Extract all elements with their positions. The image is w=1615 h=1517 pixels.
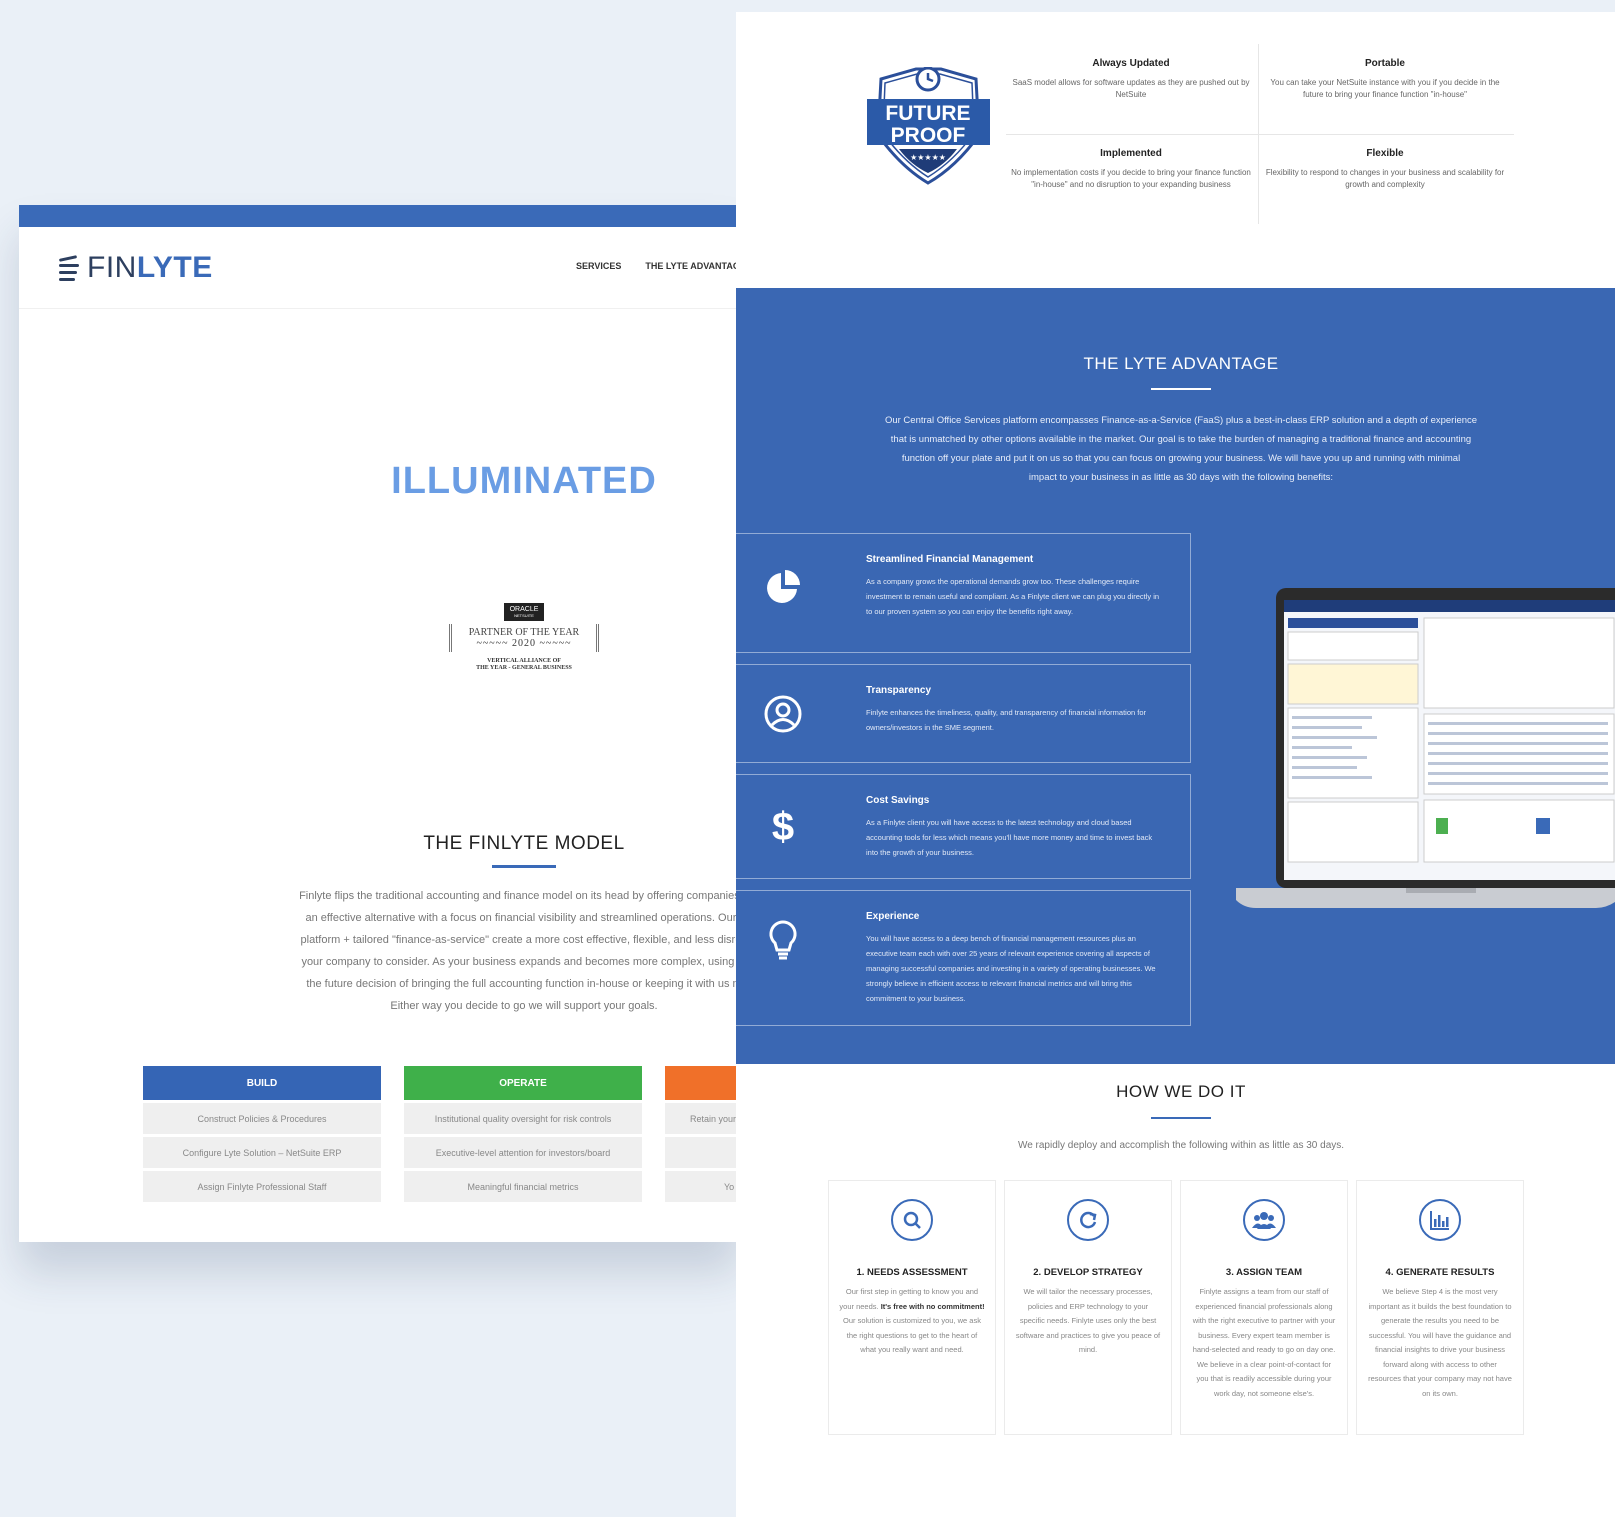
column-head-operate[interactable]: OPERATE: [404, 1066, 642, 1100]
section-title-model: THE FINLYTE MODEL: [423, 833, 625, 854]
hero-title: ILLUMINATED: [391, 460, 657, 502]
bar-chart-icon: [1419, 1199, 1461, 1241]
model-columns: BUILD Construct Policies & Procedures Co…: [143, 1066, 739, 1205]
svg-text:$: $: [772, 805, 794, 846]
top-bar: [19, 205, 739, 227]
column-cell: Assign Finlyte Professional Staff: [143, 1171, 381, 1202]
divider: [1258, 44, 1259, 224]
future-proof-badge: FUTURE PROOF ★★★★★: [861, 66, 996, 185]
column-cell: [665, 1137, 739, 1168]
model-description: Finlyte flips the traditional accounting…: [299, 890, 739, 1012]
partner-of-year-badge: ORACLE NETSUITE PARTNER OF THE YEAR ~~~~~…: [449, 603, 599, 673]
divider: [1006, 134, 1514, 135]
left-page-screenshot: FINLYTE SERVICES THE LYTE ADVANTAGE ILLU…: [19, 205, 739, 1242]
refresh-icon: [1067, 1199, 1109, 1241]
column-cell: Meaningful financial metrics: [404, 1171, 642, 1202]
column-cell: Retain your: [665, 1103, 739, 1134]
feature-portable: Portable You can take your NetSuite inst…: [1270, 58, 1500, 99]
step-develop-strategy: 2. DEVELOP STRATEGY We will tailor the n…: [1004, 1180, 1172, 1435]
benefit-cost-savings: $ Cost Savings As a Finlyte client you w…: [736, 774, 1191, 879]
badge-title: PARTNER OF THE YEAR ~~~~~ 2020 ~~~~~: [449, 623, 599, 652]
step-assign-team: 3. ASSIGN TEAM Finlyte assigns a team fr…: [1180, 1180, 1348, 1435]
oracle-logo: ORACLE NETSUITE: [503, 603, 545, 622]
column-operate: OPERATE Institutional quality oversight …: [404, 1066, 642, 1205]
column-cell: Configure Lyte Solution – NetSuite ERP: [143, 1137, 381, 1168]
feature-always-updated: Always Updated SaaS model allows for sof…: [1012, 58, 1250, 99]
svg-text:★★★★★: ★★★★★: [910, 153, 946, 162]
column-cell: Construct Policies & Procedures: [143, 1103, 381, 1134]
site-header: FINLYTE SERVICES THE LYTE ADVANTAGE: [19, 227, 739, 309]
svg-text:PROOF: PROOF: [891, 124, 966, 147]
nav-lyte-advantage[interactable]: THE LYTE ADVANTAGE: [645, 261, 739, 271]
title-underline: [1151, 1117, 1211, 1119]
team-icon: [1243, 1199, 1285, 1241]
svg-text:FUTURE: FUTURE: [885, 102, 970, 125]
finlyte-logo[interactable]: FINLYTE: [57, 251, 213, 285]
laptop-dashboard-image: [1236, 588, 1615, 913]
right-page-screenshot: FUTURE PROOF ★★★★★ Always Updated SaaS m…: [736, 12, 1615, 1517]
title-underline: [492, 865, 556, 868]
column-cell: Executive-level attention for investors/…: [404, 1137, 642, 1168]
main-nav: SERVICES THE LYTE ADVANTAGE: [576, 261, 739, 271]
column-build: BUILD Construct Policies & Procedures Co…: [143, 1066, 381, 1205]
advantage-description: Our Central Office Services platform enc…: [884, 415, 1478, 483]
feature-flexible: Flexible Flexibility to respond to chang…: [1265, 148, 1505, 189]
column-third: Retain your Yo: [665, 1066, 739, 1205]
section-title-advantage: THE LYTE ADVANTAGE: [1083, 354, 1279, 373]
badge-subtitle: VERTICAL ALLIANCE OF THE YEAR - GENERAL …: [476, 657, 572, 672]
benefit-streamlined: Streamlined Financial Management As a co…: [736, 533, 1191, 653]
benefit-experience: Experience You will have access to a dee…: [736, 890, 1191, 1026]
user-circle-icon: [762, 693, 804, 735]
lightbulb-icon: [762, 919, 804, 961]
step-needs-assessment: 1. NEEDS ASSESSMENT Our first step in ge…: [828, 1180, 996, 1435]
lyte-advantage-section: THE LYTE ADVANTAGE Our Central Office Se…: [736, 288, 1615, 1064]
step-generate-results: 4. GENERATE RESULTS We believe Step 4 is…: [1356, 1180, 1524, 1435]
title-underline: [1151, 388, 1211, 390]
feature-implemented: Implemented No implementation costs if y…: [1011, 148, 1251, 189]
future-proof-shield-icon: FUTURE PROOF ★★★★★: [867, 66, 990, 185]
nav-services[interactable]: SERVICES: [576, 261, 621, 271]
pie-chart-icon: [762, 566, 804, 608]
column-cell: Yo: [665, 1171, 739, 1202]
benefit-transparency: Transparency Finlyte enhances the timeli…: [736, 664, 1191, 763]
steps-row: 1. NEEDS ASSESSMENT Our first step in ge…: [828, 1180, 1524, 1435]
column-head-build[interactable]: BUILD: [143, 1066, 381, 1100]
how-subtitle: We rapidly deploy and accomplish the fol…: [1017, 1140, 1345, 1151]
column-cell: Institutional quality oversight for risk…: [404, 1103, 642, 1134]
logo-text: FINLYTE: [87, 250, 213, 284]
dollar-icon: $: [762, 803, 804, 846]
search-icon: [891, 1199, 933, 1241]
section-title-how: HOW WE DO IT: [1116, 1082, 1246, 1101]
column-head-third[interactable]: [665, 1066, 739, 1100]
laptop-icon: [1236, 588, 1615, 908]
logo-mark-icon: [57, 251, 83, 285]
